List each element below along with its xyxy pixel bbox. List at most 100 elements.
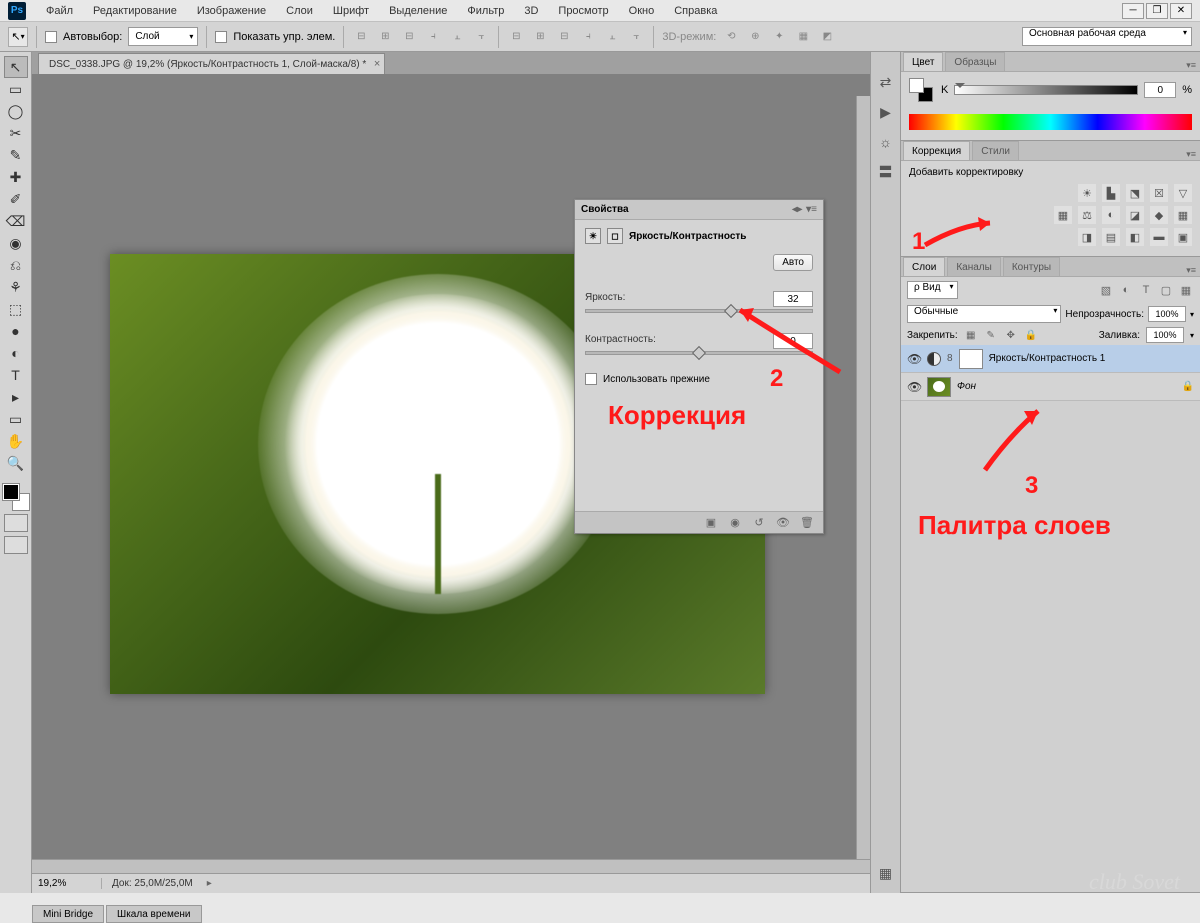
- mini-bridge-tab[interactable]: Mini Bridge: [32, 905, 104, 923]
- panel-menu-icon[interactable]: ▾≡: [1182, 60, 1200, 71]
- menu-image[interactable]: Изображение: [187, 5, 276, 17]
- quickmask-button[interactable]: [4, 514, 28, 532]
- distribute-icon[interactable]: ⫞: [579, 28, 597, 46]
- blend-mode-select[interactable]: Обычные: [907, 305, 1061, 323]
- paths-tab[interactable]: Контуры: [1003, 257, 1060, 276]
- show-transform-checkbox[interactable]: [215, 31, 227, 43]
- menu-icon[interactable]: ▾≡: [806, 204, 817, 215]
- panel-menu-icon[interactable]: ▾≡: [1182, 265, 1200, 276]
- k-input[interactable]: [1144, 82, 1176, 98]
- menu-select[interactable]: Выделение: [379, 5, 457, 17]
- visibility-icon[interactable]: 👁: [775, 516, 791, 530]
- screenmode-button[interactable]: [4, 536, 28, 554]
- blur-tool[interactable]: ⬚: [4, 298, 28, 320]
- invert-adj-icon[interactable]: ◨: [1078, 228, 1096, 246]
- dialog-titlebar[interactable]: Свойства ◂▸▾≡: [575, 200, 823, 220]
- align-icon[interactable]: ⫞: [424, 28, 442, 46]
- lock-transparency-icon[interactable]: ▦: [964, 328, 978, 342]
- filter-smart-icon[interactable]: ▦: [1178, 283, 1194, 297]
- menu-type[interactable]: Шрифт: [323, 5, 379, 17]
- stamp-tool[interactable]: ⌫: [4, 210, 28, 232]
- align-icon[interactable]: ⊟: [400, 28, 418, 46]
- auto-button[interactable]: Авто: [773, 254, 813, 271]
- filter-type-icon[interactable]: T: [1138, 283, 1154, 297]
- brightness-adj-icon[interactable]: ☀: [1078, 184, 1096, 202]
- k-slider[interactable]: [954, 85, 1138, 95]
- color-swatches[interactable]: [3, 484, 29, 510]
- panel-menu-icon[interactable]: ▾≡: [1182, 149, 1200, 160]
- color-tab[interactable]: Цвет: [903, 52, 943, 71]
- collapse-icon[interactable]: ◂▸: [792, 204, 802, 215]
- menu-help[interactable]: Справка: [664, 5, 727, 17]
- bw-adj-icon[interactable]: ◐: [1102, 206, 1120, 224]
- mode3d-icon[interactable]: ◩: [818, 28, 836, 46]
- mode3d-icon[interactable]: ⊕: [746, 28, 764, 46]
- autoselect-kind-select[interactable]: Слой: [128, 27, 198, 46]
- minimize-button[interactable]: ─: [1122, 3, 1144, 19]
- align-icon[interactable]: ⫠: [448, 28, 466, 46]
- history-brush-tool[interactable]: ◉: [4, 232, 28, 254]
- layers-tab[interactable]: Слои: [903, 257, 945, 276]
- properties-icon[interactable]: ▦: [876, 863, 896, 883]
- contrast-input[interactable]: [773, 333, 813, 349]
- close-button[interactable]: ✕: [1170, 3, 1192, 19]
- align-icon[interactable]: ⊟: [352, 28, 370, 46]
- levels-adj-icon[interactable]: ▙: [1102, 184, 1120, 202]
- document-tab[interactable]: DSC_0338.JPG @ 19,2% (Яркость/Контрастно…: [38, 53, 385, 74]
- hand-tool[interactable]: ✋: [4, 430, 28, 452]
- autoselect-checkbox[interactable]: [45, 31, 57, 43]
- distribute-icon[interactable]: ⊞: [531, 28, 549, 46]
- channel-mixer-adj-icon[interactable]: ◆: [1150, 206, 1168, 224]
- mode3d-icon[interactable]: ▦: [794, 28, 812, 46]
- zoom-tool[interactable]: 🔍: [4, 452, 28, 474]
- brightness-slider[interactable]: [585, 309, 813, 313]
- brush-tool[interactable]: ✐: [4, 188, 28, 210]
- path-select-tool[interactable]: ▸: [4, 386, 28, 408]
- gradient-map-adj-icon[interactable]: ▬: [1150, 228, 1168, 246]
- curves-adj-icon[interactable]: ⬔: [1126, 184, 1144, 202]
- move-tool[interactable]: ↖: [4, 56, 28, 78]
- lock-position-icon[interactable]: ✥: [1004, 328, 1018, 342]
- histogram-icon[interactable]: 〓: [876, 162, 896, 182]
- lut-adj-icon[interactable]: ▦: [1174, 206, 1192, 224]
- move-tool-icon[interactable]: ↖: [8, 27, 28, 47]
- filter-shape-icon[interactable]: ▢: [1158, 283, 1174, 297]
- distribute-icon[interactable]: ⊟: [555, 28, 573, 46]
- maximize-button[interactable]: ❐: [1146, 3, 1168, 19]
- sun-icon[interactable]: ☼: [876, 132, 896, 152]
- marquee-tool[interactable]: ▭: [4, 78, 28, 100]
- layer-row[interactable]: 👁 Фон 🔒: [901, 373, 1200, 401]
- clip-icon[interactable]: ▣: [703, 516, 719, 530]
- panel-color-swatches[interactable]: [909, 78, 933, 102]
- distribute-icon[interactable]: ⫟: [627, 28, 645, 46]
- menu-window[interactable]: Окно: [619, 5, 665, 17]
- distribute-icon[interactable]: ⫠: [603, 28, 621, 46]
- styles-tab[interactable]: Стили: [972, 141, 1019, 160]
- gradient-tool[interactable]: ⚘: [4, 276, 28, 298]
- menu-3d[interactable]: 3D: [514, 5, 548, 17]
- vibrance-adj-icon[interactable]: ▽: [1174, 184, 1192, 202]
- swatches-tab[interactable]: Образцы: [945, 52, 1005, 71]
- align-icon[interactable]: ⫟: [472, 28, 490, 46]
- balance-adj-icon[interactable]: ⚖: [1078, 206, 1096, 224]
- timeline-tab[interactable]: Шкала времени: [106, 905, 201, 923]
- hue-ramp[interactable]: [909, 114, 1192, 130]
- vertical-scrollbar[interactable]: [856, 96, 870, 859]
- selective-color-adj-icon[interactable]: ▣: [1174, 228, 1192, 246]
- exposure-adj-icon[interactable]: ☒: [1150, 184, 1168, 202]
- zoom-level[interactable]: 19,2%: [32, 878, 102, 889]
- eyedropper-tool[interactable]: ✎: [4, 144, 28, 166]
- lasso-tool[interactable]: ◯: [4, 100, 28, 122]
- rectangle-tool[interactable]: ▭: [4, 408, 28, 430]
- close-tab-icon[interactable]: ×: [374, 58, 380, 70]
- menu-filter[interactable]: Фильтр: [457, 5, 514, 17]
- hue-adj-icon[interactable]: ▦: [1054, 206, 1072, 224]
- lock-image-icon[interactable]: ✎: [984, 328, 998, 342]
- layer-name[interactable]: Яркость/Контрастность 1: [989, 353, 1106, 364]
- foreground-color-swatch[interactable]: [3, 484, 19, 500]
- type-tool[interactable]: T: [4, 364, 28, 386]
- menu-view[interactable]: Просмотр: [548, 5, 618, 17]
- channels-tab[interactable]: Каналы: [947, 257, 1001, 276]
- horizontal-scrollbar[interactable]: [32, 859, 870, 873]
- layer-name[interactable]: Фон: [957, 381, 976, 392]
